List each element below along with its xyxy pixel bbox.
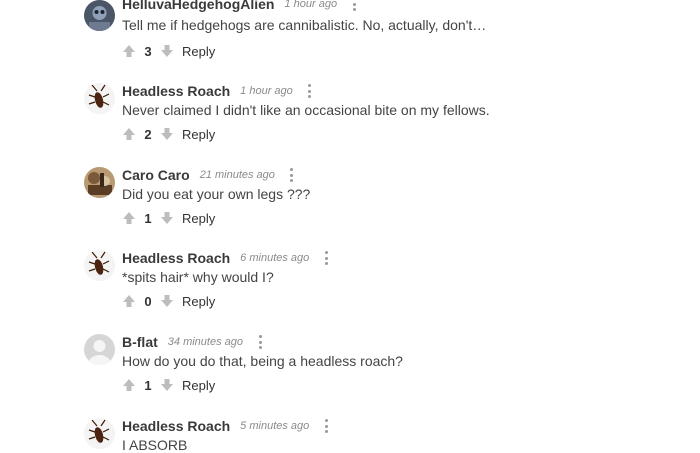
alien-avatar-icon[interactable] (84, 0, 115, 31)
comment-text: I ABSORB (122, 437, 188, 453)
more-options-icon[interactable] (351, 0, 357, 11)
comment: Headless Roach 6 minutes ago *spits hair… (84, 250, 644, 320)
comment-header: Headless Roach 5 minutes ago (122, 416, 329, 436)
vote-score: 2 (144, 126, 152, 142)
timestamp: 1 hour ago (284, 0, 338, 10)
downvote-icon[interactable] (160, 127, 174, 141)
downvote-icon[interactable] (160, 378, 174, 392)
comment-text: Tell me if hedgehogs are cannibalistic. … (122, 17, 487, 33)
comment-actions: 3 Reply (122, 42, 215, 60)
downvote-icon[interactable] (160, 211, 174, 225)
author-name[interactable]: HelluvaHedgehogAlien (122, 0, 274, 12)
comment-header: HelluvaHedgehogAlien 1 hour ago (122, 0, 357, 14)
more-options-icon[interactable] (289, 168, 295, 182)
comment-text: How do you do that, being a headless roa… (122, 353, 403, 369)
cockroach-avatar-icon[interactable] (84, 83, 115, 114)
reply-button[interactable]: Reply (182, 44, 215, 59)
author-name[interactable]: Headless Roach (122, 250, 230, 266)
comment: Headless Roach 5 minutes ago I ABSORB (84, 416, 644, 453)
comment-header: Headless Roach 1 hour ago (122, 81, 313, 101)
author-name[interactable]: Headless Roach (122, 83, 230, 99)
comment-actions: 1 Reply (122, 376, 215, 394)
more-options-icon[interactable] (307, 84, 313, 98)
comment-actions: 2 Reply (122, 125, 215, 143)
comment-text: Never claimed I didn't like an occasiona… (122, 102, 490, 118)
vote-score: 1 (144, 377, 152, 393)
author-name[interactable]: B-flat (122, 334, 158, 350)
comment: Caro Caro 21 minutes ago Did you eat you… (84, 167, 644, 237)
comment-text: *spits hair* why would I? (122, 269, 274, 285)
cockroach-avatar-icon[interactable] (84, 250, 115, 281)
reply-button[interactable]: Reply (182, 378, 215, 393)
more-options-icon[interactable] (323, 251, 329, 265)
comment-header: Headless Roach 6 minutes ago (122, 248, 329, 268)
comment: B-flat 34 minutes ago How do you do that… (84, 334, 644, 404)
upvote-icon[interactable] (122, 127, 136, 141)
comment-header: B-flat 34 minutes ago (122, 332, 263, 352)
upvote-icon[interactable] (122, 44, 136, 58)
cockroach-avatar-icon[interactable] (84, 418, 115, 449)
author-name[interactable]: Caro Caro (122, 167, 190, 183)
upvote-icon[interactable] (122, 378, 136, 392)
timestamp: 34 minutes ago (167, 336, 243, 348)
downvote-icon[interactable] (160, 294, 174, 308)
default-avatar-icon[interactable] (84, 334, 115, 365)
photo-avatar-icon[interactable] (84, 167, 115, 198)
downvote-icon[interactable] (160, 44, 174, 58)
comment-actions: 0 Reply (122, 292, 215, 310)
vote-score: 0 (144, 293, 152, 309)
comment: Headless Roach 1 hour ago Never claimed … (84, 83, 644, 153)
author-name[interactable]: Headless Roach (122, 418, 230, 434)
vote-score: 3 (144, 43, 152, 59)
upvote-icon[interactable] (122, 294, 136, 308)
comment-header: Caro Caro 21 minutes ago (122, 165, 295, 185)
comment-thread: HelluvaHedgehogAlien 1 hour ago Tell me … (0, 0, 700, 453)
upvote-icon[interactable] (122, 211, 136, 225)
reply-button[interactable]: Reply (182, 211, 215, 226)
more-options-icon[interactable] (323, 419, 329, 433)
comment-actions: 1 Reply (122, 209, 215, 227)
comment: HelluvaHedgehogAlien 1 hour ago Tell me … (84, 0, 644, 70)
comment-text: Did you eat your own legs ??? (122, 186, 311, 202)
vote-score: 1 (144, 210, 152, 226)
timestamp: 21 minutes ago (199, 169, 275, 181)
reply-button[interactable]: Reply (182, 294, 215, 309)
more-options-icon[interactable] (257, 335, 263, 349)
timestamp: 5 minutes ago (240, 420, 310, 432)
timestamp: 1 hour ago (240, 85, 293, 97)
reply-button[interactable]: Reply (182, 127, 215, 142)
timestamp: 6 minutes ago (240, 252, 310, 264)
